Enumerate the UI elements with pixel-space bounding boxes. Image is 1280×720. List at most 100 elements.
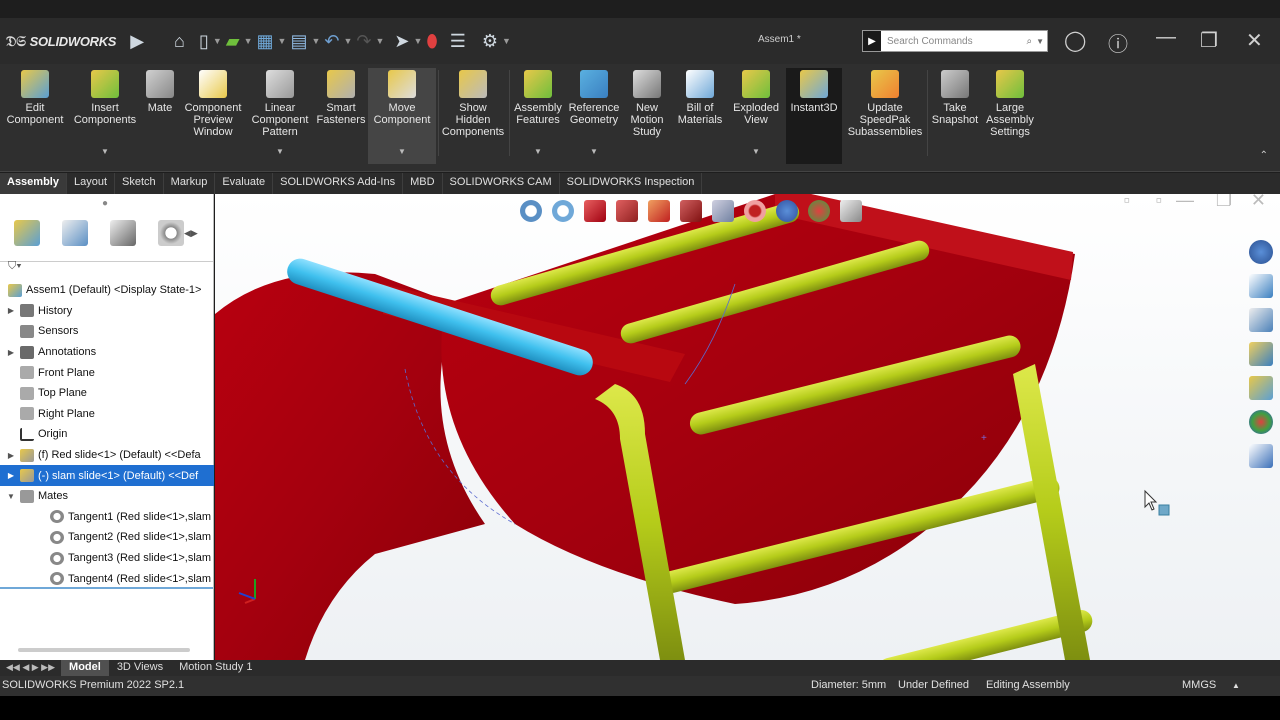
apply-scene-icon[interactable]: [808, 200, 830, 222]
minimize-icon[interactable]: —: [1156, 26, 1176, 49]
scenes-icon[interactable]: [1249, 410, 1273, 434]
viewport-restore-icon[interactable]: ▫: [1124, 194, 1130, 211]
ladder-side-rail-right[interactable]: [1013, 364, 1090, 660]
file-properties-icon[interactable]: ☰: [450, 31, 466, 52]
property-manager-icon[interactable]: [62, 220, 88, 246]
panel-splitter-icon[interactable]: ●: [102, 198, 108, 209]
tree-item-slam-slide[interactable]: ▶ (-) slam slide<1> (Default) <<Def: [0, 465, 214, 486]
undo-caret-icon[interactable]: ▼: [343, 36, 352, 46]
take-snapshot-button[interactable]: Take Snapshot: [928, 68, 982, 164]
new-motion-study-button[interactable]: New Motion Study: [624, 68, 670, 164]
previous-view-icon[interactable]: [584, 200, 606, 222]
viewport-maximize-icon[interactable]: ❐: [1216, 194, 1232, 211]
close-icon[interactable]: ✕: [1246, 28, 1263, 53]
select-icon[interactable]: ➤: [394, 31, 409, 52]
search-commands-input[interactable]: ▶ Search Commands ⌕ ▼: [862, 30, 1048, 52]
search-mode-icon[interactable]: ▶: [863, 31, 881, 51]
tab-evaluate[interactable]: Evaluate: [215, 173, 274, 194]
tree-item-front-plane[interactable]: Front Plane: [0, 362, 214, 383]
viewport-tile-icon[interactable]: ▫: [1156, 194, 1162, 211]
configuration-manager-icon[interactable]: [110, 220, 136, 246]
help-icon[interactable]: ⓘ: [1108, 28, 1128, 57]
dynamic-annotation-icon[interactable]: [648, 200, 670, 222]
rebuild-icon[interactable]: ⬮: [426, 31, 437, 52]
open-caret-icon[interactable]: ▼: [244, 36, 253, 46]
search-icon[interactable]: ⌕: [1026, 36, 1032, 47]
tab-mbd[interactable]: MBD: [403, 173, 443, 194]
tree-item-origin[interactable]: Origin: [0, 424, 214, 445]
section-view-icon[interactable]: [616, 200, 638, 222]
user-account-icon[interactable]: ◯: [1064, 28, 1086, 53]
tree-item-tangent3[interactable]: Tangent3 (Red slide<1>,slam: [0, 548, 214, 569]
tab-model[interactable]: Model: [61, 660, 109, 676]
expand-arrow-icon[interactable]: ▶: [6, 451, 16, 460]
tree-item-right-plane[interactable]: Right Plane: [0, 404, 214, 425]
tab-addins[interactable]: SOLIDWORKS Add-Ins: [273, 173, 404, 194]
zoom-to-fit-icon[interactable]: [520, 200, 542, 222]
save-icon[interactable]: ▦: [257, 31, 274, 52]
tab-sketch[interactable]: Sketch: [115, 173, 164, 194]
view-palette-icon[interactable]: [1249, 342, 1273, 366]
custom-properties-icon[interactable]: [1249, 444, 1273, 468]
tab-motion-study[interactable]: Motion Study 1: [171, 660, 260, 676]
search-caret-icon[interactable]: ▼: [1036, 37, 1044, 46]
tree-item-tangent4[interactable]: Tangent4 (Red slide<1>,slam: [0, 568, 214, 589]
zoom-to-area-icon[interactable]: [552, 200, 574, 222]
assembly-features-caret-icon[interactable]: ▼: [534, 146, 542, 158]
horizontal-scrollbar[interactable]: [18, 648, 190, 652]
component-preview-window-button[interactable]: Component Preview Window: [182, 68, 244, 164]
graphics-area[interactable]: + ▫ ▫ — ❐ ✕: [215, 194, 1280, 660]
unit-caret-icon[interactable]: ▲: [1232, 681, 1240, 690]
exploded-view-button[interactable]: Exploded View ▼: [728, 68, 784, 164]
mate-button[interactable]: Mate: [142, 68, 178, 164]
undo-icon[interactable]: ↶: [324, 31, 339, 52]
linear-pattern-caret-icon[interactable]: ▼: [276, 146, 284, 158]
update-speedpak-button[interactable]: Update SpeedPak Subassemblies: [846, 68, 924, 164]
reference-geometry-button[interactable]: Reference Geometry ▼: [566, 68, 622, 164]
save-caret-icon[interactable]: ▼: [278, 36, 287, 46]
tab-cam[interactable]: SOLIDWORKS CAM: [443, 173, 560, 194]
large-assembly-settings-button[interactable]: Large Assembly Settings: [984, 68, 1036, 164]
maximize-icon[interactable]: ❐: [1200, 28, 1218, 53]
edit-component-button[interactable]: Edit Component: [4, 68, 66, 164]
options-gear-icon[interactable]: ⚙: [482, 31, 498, 52]
exploded-view-caret-icon[interactable]: ▼: [752, 146, 760, 158]
tab-3d-views[interactable]: 3D Views: [109, 660, 171, 676]
flyout-arrow-icon[interactable]: ▶: [130, 31, 144, 52]
unit-system[interactable]: MMGS: [1182, 679, 1216, 691]
move-component-button[interactable]: Move Component ▼: [368, 68, 436, 164]
expand-arrow-icon[interactable]: ▶: [6, 348, 16, 357]
filter-icon[interactable]: ⛉▾: [8, 260, 22, 273]
new-caret-icon[interactable]: ▼: [213, 36, 222, 46]
new-document-icon[interactable]: ▯: [199, 31, 209, 52]
view-settings-icon[interactable]: [840, 200, 862, 222]
bill-of-materials-button[interactable]: Bill of Materials: [674, 68, 726, 164]
print-caret-icon[interactable]: ▼: [311, 36, 320, 46]
smart-fasteners-button[interactable]: Smart Fasteners: [314, 68, 368, 164]
move-component-caret-icon[interactable]: ▼: [398, 146, 406, 158]
collapse-ribbon-icon[interactable]: ⌃: [1260, 150, 1268, 161]
tab-layout[interactable]: Layout: [67, 173, 116, 194]
design-library-icon[interactable]: [1249, 274, 1273, 298]
options-caret-icon[interactable]: ▼: [502, 36, 511, 46]
expand-arrow-icon[interactable]: ▶: [6, 471, 16, 480]
expand-arrow-icon[interactable]: ▶: [6, 306, 16, 315]
tree-item-sensors[interactable]: Sensors: [0, 321, 214, 342]
tree-root-assembly[interactable]: Assem1 (Default) <Display State-1>: [0, 280, 214, 301]
dimxpert-manager-icon[interactable]: [158, 220, 184, 246]
tab-scroll-arrows-icon[interactable]: ◀◀ ◀ ▶ ▶▶: [0, 660, 61, 676]
tab-assembly[interactable]: Assembly: [0, 173, 67, 194]
reference-geometry-caret-icon[interactable]: ▼: [590, 146, 598, 158]
tree-item-annotations[interactable]: ▶ Annotations: [0, 342, 214, 363]
collapse-arrow-icon[interactable]: ▼: [6, 492, 16, 501]
tree-item-history[interactable]: ▶ History: [0, 301, 214, 322]
feature-manager-tree-icon[interactable]: [14, 220, 40, 246]
home-icon[interactable]: ⌂: [174, 31, 185, 52]
show-hidden-components-button[interactable]: Show Hidden Components: [440, 68, 506, 164]
tab-inspection[interactable]: SOLIDWORKS Inspection: [560, 173, 703, 194]
instant3d-button[interactable]: Instant3D: [786, 68, 842, 164]
viewport-minimize-icon[interactable]: —: [1176, 194, 1194, 211]
tree-item-tangent1[interactable]: Tangent1 (Red slide<1>,slam: [0, 507, 214, 528]
solidworks-resources-icon[interactable]: [1249, 240, 1273, 264]
viewport-close-icon[interactable]: ✕: [1251, 194, 1266, 211]
